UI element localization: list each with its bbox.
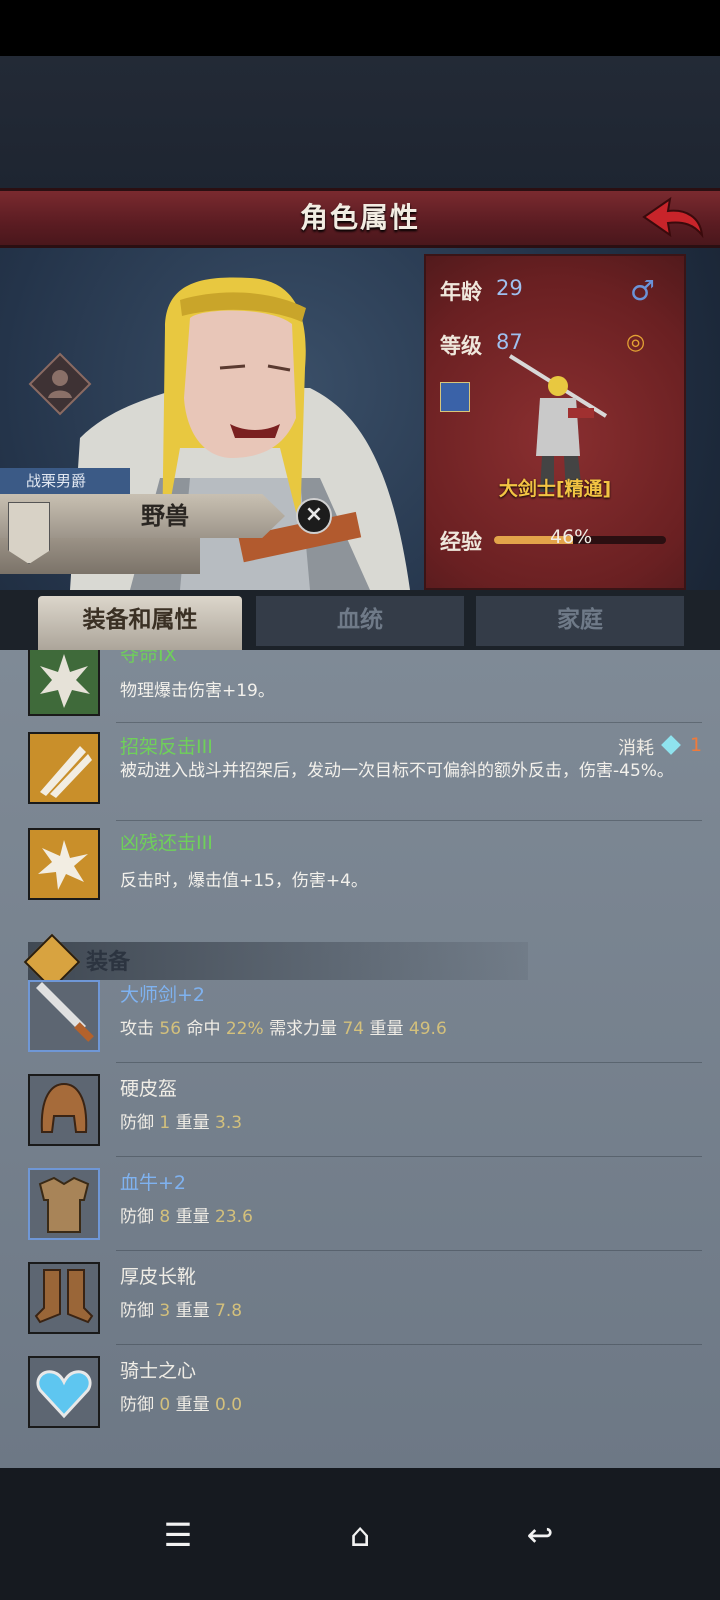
header-bar: 角色属性	[0, 188, 720, 248]
skill-name: 凶残还击III	[120, 832, 213, 854]
tab-equipment[interactable]: 装备和属性	[38, 596, 242, 650]
heart-amulet-icon[interactable]	[28, 1356, 100, 1428]
cost-label: 消耗	[618, 738, 654, 759]
armor-icon[interactable]	[28, 1168, 100, 1240]
male-icon: ♂	[630, 274, 656, 307]
skill-desc: 被动进入战斗并招架后，发动一次目标不可偏斜的额外反击，伤害-45%。	[120, 761, 674, 781]
gem-icon	[661, 735, 681, 755]
ring-icon: ◎	[626, 330, 646, 355]
close-button[interactable]: ×	[296, 498, 332, 534]
equipment-stats: 防御 0 重量 0.0	[120, 1395, 243, 1415]
system-nav-bar: ☰ ⌂ ↩	[0, 1468, 720, 1600]
exp-label: 经验	[440, 530, 482, 554]
exp-value: 46%	[550, 526, 593, 548]
level-label: 等级	[440, 334, 482, 358]
age-label: 年龄	[440, 280, 482, 304]
back-nav-button[interactable]: ↩	[510, 1510, 570, 1560]
divider	[116, 820, 702, 821]
class-emblem-icon	[28, 352, 92, 416]
equipment-section-title: 装备	[86, 950, 131, 975]
equipment-name: 厚皮长靴	[120, 1266, 197, 1288]
equipment-stats: 防御 3 重量 7.8	[120, 1301, 243, 1321]
equipment-stats: 防御 1 重量 3.3	[120, 1113, 243, 1133]
equipment-list[interactable]: 夺命IX 物理爆击伤害+19。 招架反击III 消耗 1 被动进入战斗并招架后，…	[0, 650, 720, 1468]
equipment-name: 大师剑+2	[120, 984, 206, 1006]
helmet-icon[interactable]	[28, 1074, 100, 1146]
back-icon: ↩	[526, 1516, 554, 1554]
top-band	[0, 56, 720, 188]
skill-desc: 物理爆击伤害+19。	[120, 681, 275, 701]
sword-skill-icon[interactable]	[440, 382, 470, 412]
close-icon: ×	[304, 502, 324, 527]
divider	[116, 1250, 702, 1251]
divider	[116, 1344, 702, 1345]
equipment-name: 硬皮盔	[120, 1078, 178, 1100]
class-name: 大剑士[精通]	[498, 478, 612, 500]
divider	[116, 722, 702, 723]
equipment-stats: 防御 8 重量 23.6	[120, 1207, 253, 1227]
equipment-name: 血牛+2	[120, 1172, 187, 1194]
tab-bar: 装备和属性 血统 家庭	[0, 590, 720, 650]
skill-name: 招架反击III	[120, 736, 213, 758]
cost-amount: 1	[690, 734, 703, 756]
skill-icon-counter[interactable]	[28, 828, 100, 900]
back-arrow-icon	[642, 196, 704, 239]
character-title: 战栗男爵	[0, 468, 130, 494]
equipment-name: 骑士之心	[120, 1360, 197, 1382]
home-button[interactable]: ⌂	[330, 1510, 390, 1560]
skill-icon-burst[interactable]	[28, 650, 100, 716]
menu-button[interactable]: ☰	[148, 1510, 208, 1560]
menu-icon: ☰	[163, 1516, 193, 1554]
tab-family[interactable]: 家庭	[476, 596, 684, 646]
equipment-stats: 攻击 56 命中 22% 需求力量 74 重量 49.6	[120, 1019, 447, 1039]
age-value: 29	[496, 276, 523, 300]
page-title: 角色属性	[299, 201, 420, 234]
tab-bloodline[interactable]: 血统	[256, 596, 464, 646]
skill-icon-parry[interactable]	[28, 732, 100, 804]
status-bar	[0, 0, 720, 56]
sword-icon[interactable]	[28, 980, 100, 1052]
divider	[116, 1062, 702, 1063]
character-name: 野兽	[141, 502, 189, 530]
home-icon: ⌂	[349, 1516, 371, 1554]
divider	[116, 1156, 702, 1157]
skill-desc: 反击时，爆击值+15，伤害+4。	[120, 871, 368, 891]
skill-name: 夺命IX	[120, 650, 177, 666]
back-button[interactable]	[640, 195, 706, 243]
boots-icon[interactable]	[28, 1262, 100, 1334]
stats-panel: 年龄 29 ♂ 等级 87 ◎ 大剑士[精通] 经验 46%	[424, 254, 686, 590]
